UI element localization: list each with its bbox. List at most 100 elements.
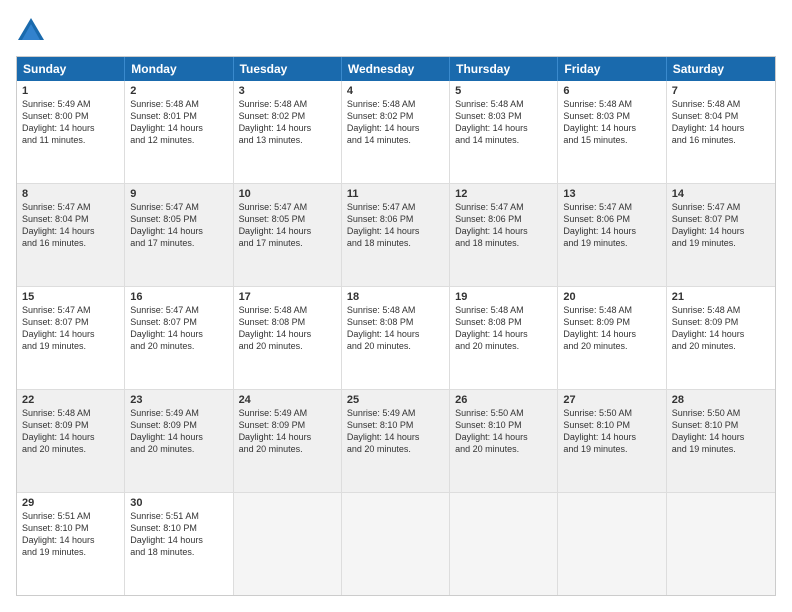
day-number-11: 11 xyxy=(347,188,444,200)
header-day-friday: Friday xyxy=(558,57,666,81)
cell-info-25: Sunrise: 5:49 AM Sunset: 8:10 PM Dayligh… xyxy=(347,407,444,456)
cell-info-4: Sunrise: 5:48 AM Sunset: 8:02 PM Dayligh… xyxy=(347,98,444,147)
cal-cell-5: 5Sunrise: 5:48 AM Sunset: 8:03 PM Daylig… xyxy=(450,81,558,183)
cell-info-9: Sunrise: 5:47 AM Sunset: 8:05 PM Dayligh… xyxy=(130,201,227,250)
cell-info-6: Sunrise: 5:48 AM Sunset: 8:03 PM Dayligh… xyxy=(563,98,660,147)
cal-cell-25: 25Sunrise: 5:49 AM Sunset: 8:10 PM Dayli… xyxy=(342,390,450,492)
day-number-9: 9 xyxy=(130,188,227,200)
day-number-8: 8 xyxy=(22,188,119,200)
cal-cell-15: 15Sunrise: 5:47 AM Sunset: 8:07 PM Dayli… xyxy=(17,287,125,389)
header-day-thursday: Thursday xyxy=(450,57,558,81)
cell-info-30: Sunrise: 5:51 AM Sunset: 8:10 PM Dayligh… xyxy=(130,510,227,559)
calendar-row-3: 22Sunrise: 5:48 AM Sunset: 8:09 PM Dayli… xyxy=(17,389,775,492)
day-number-12: 12 xyxy=(455,188,552,200)
day-number-26: 26 xyxy=(455,394,552,406)
cal-cell-10: 10Sunrise: 5:47 AM Sunset: 8:05 PM Dayli… xyxy=(234,184,342,286)
cal-cell-empty-4 xyxy=(450,493,558,595)
cal-cell-empty-5 xyxy=(558,493,666,595)
day-number-29: 29 xyxy=(22,497,119,509)
cal-cell-2: 2Sunrise: 5:48 AM Sunset: 8:01 PM Daylig… xyxy=(125,81,233,183)
header-day-saturday: Saturday xyxy=(667,57,775,81)
calendar-row-2: 15Sunrise: 5:47 AM Sunset: 8:07 PM Dayli… xyxy=(17,286,775,389)
cal-cell-19: 19Sunrise: 5:48 AM Sunset: 8:08 PM Dayli… xyxy=(450,287,558,389)
day-number-15: 15 xyxy=(22,291,119,303)
cell-info-5: Sunrise: 5:48 AM Sunset: 8:03 PM Dayligh… xyxy=(455,98,552,147)
cal-cell-16: 16Sunrise: 5:47 AM Sunset: 8:07 PM Dayli… xyxy=(125,287,233,389)
cell-info-20: Sunrise: 5:48 AM Sunset: 8:09 PM Dayligh… xyxy=(563,304,660,353)
cal-cell-9: 9Sunrise: 5:47 AM Sunset: 8:05 PM Daylig… xyxy=(125,184,233,286)
day-number-18: 18 xyxy=(347,291,444,303)
cal-cell-12: 12Sunrise: 5:47 AM Sunset: 8:06 PM Dayli… xyxy=(450,184,558,286)
cal-cell-24: 24Sunrise: 5:49 AM Sunset: 8:09 PM Dayli… xyxy=(234,390,342,492)
day-number-22: 22 xyxy=(22,394,119,406)
cell-info-15: Sunrise: 5:47 AM Sunset: 8:07 PM Dayligh… xyxy=(22,304,119,353)
cell-info-8: Sunrise: 5:47 AM Sunset: 8:04 PM Dayligh… xyxy=(22,201,119,250)
cell-info-18: Sunrise: 5:48 AM Sunset: 8:08 PM Dayligh… xyxy=(347,304,444,353)
cal-cell-1: 1Sunrise: 5:49 AM Sunset: 8:00 PM Daylig… xyxy=(17,81,125,183)
day-number-30: 30 xyxy=(130,497,227,509)
day-number-28: 28 xyxy=(672,394,770,406)
logo xyxy=(16,16,50,46)
cal-cell-21: 21Sunrise: 5:48 AM Sunset: 8:09 PM Dayli… xyxy=(667,287,775,389)
cal-cell-30: 30Sunrise: 5:51 AM Sunset: 8:10 PM Dayli… xyxy=(125,493,233,595)
calendar-row-1: 8Sunrise: 5:47 AM Sunset: 8:04 PM Daylig… xyxy=(17,183,775,286)
cell-info-17: Sunrise: 5:48 AM Sunset: 8:08 PM Dayligh… xyxy=(239,304,336,353)
calendar-header: SundayMondayTuesdayWednesdayThursdayFrid… xyxy=(17,57,775,81)
day-number-17: 17 xyxy=(239,291,336,303)
cal-cell-3: 3Sunrise: 5:48 AM Sunset: 8:02 PM Daylig… xyxy=(234,81,342,183)
day-number-25: 25 xyxy=(347,394,444,406)
calendar-row-0: 1Sunrise: 5:49 AM Sunset: 8:00 PM Daylig… xyxy=(17,81,775,183)
cal-cell-22: 22Sunrise: 5:48 AM Sunset: 8:09 PM Dayli… xyxy=(17,390,125,492)
day-number-24: 24 xyxy=(239,394,336,406)
cal-cell-empty-6 xyxy=(667,493,775,595)
day-number-2: 2 xyxy=(130,85,227,97)
cell-info-22: Sunrise: 5:48 AM Sunset: 8:09 PM Dayligh… xyxy=(22,407,119,456)
cell-info-1: Sunrise: 5:49 AM Sunset: 8:00 PM Dayligh… xyxy=(22,98,119,147)
cell-info-19: Sunrise: 5:48 AM Sunset: 8:08 PM Dayligh… xyxy=(455,304,552,353)
cell-info-23: Sunrise: 5:49 AM Sunset: 8:09 PM Dayligh… xyxy=(130,407,227,456)
cal-cell-empty-2 xyxy=(234,493,342,595)
day-number-27: 27 xyxy=(563,394,660,406)
cell-info-26: Sunrise: 5:50 AM Sunset: 8:10 PM Dayligh… xyxy=(455,407,552,456)
cal-cell-27: 27Sunrise: 5:50 AM Sunset: 8:10 PM Dayli… xyxy=(558,390,666,492)
header-day-tuesday: Tuesday xyxy=(234,57,342,81)
header xyxy=(16,16,776,46)
cell-info-3: Sunrise: 5:48 AM Sunset: 8:02 PM Dayligh… xyxy=(239,98,336,147)
cal-cell-8: 8Sunrise: 5:47 AM Sunset: 8:04 PM Daylig… xyxy=(17,184,125,286)
cell-info-10: Sunrise: 5:47 AM Sunset: 8:05 PM Dayligh… xyxy=(239,201,336,250)
day-number-1: 1 xyxy=(22,85,119,97)
cal-cell-17: 17Sunrise: 5:48 AM Sunset: 8:08 PM Dayli… xyxy=(234,287,342,389)
cell-info-29: Sunrise: 5:51 AM Sunset: 8:10 PM Dayligh… xyxy=(22,510,119,559)
cal-cell-13: 13Sunrise: 5:47 AM Sunset: 8:06 PM Dayli… xyxy=(558,184,666,286)
cal-cell-28: 28Sunrise: 5:50 AM Sunset: 8:10 PM Dayli… xyxy=(667,390,775,492)
day-number-10: 10 xyxy=(239,188,336,200)
calendar-row-4: 29Sunrise: 5:51 AM Sunset: 8:10 PM Dayli… xyxy=(17,492,775,595)
cell-info-7: Sunrise: 5:48 AM Sunset: 8:04 PM Dayligh… xyxy=(672,98,770,147)
page: SundayMondayTuesdayWednesdayThursdayFrid… xyxy=(0,0,792,612)
calendar-body: 1Sunrise: 5:49 AM Sunset: 8:00 PM Daylig… xyxy=(17,81,775,595)
day-number-16: 16 xyxy=(130,291,227,303)
calendar: SundayMondayTuesdayWednesdayThursdayFrid… xyxy=(16,56,776,596)
cell-info-27: Sunrise: 5:50 AM Sunset: 8:10 PM Dayligh… xyxy=(563,407,660,456)
cal-cell-26: 26Sunrise: 5:50 AM Sunset: 8:10 PM Dayli… xyxy=(450,390,558,492)
cell-info-2: Sunrise: 5:48 AM Sunset: 8:01 PM Dayligh… xyxy=(130,98,227,147)
day-number-6: 6 xyxy=(563,85,660,97)
day-number-20: 20 xyxy=(563,291,660,303)
day-number-4: 4 xyxy=(347,85,444,97)
cell-info-28: Sunrise: 5:50 AM Sunset: 8:10 PM Dayligh… xyxy=(672,407,770,456)
day-number-21: 21 xyxy=(672,291,770,303)
cell-info-21: Sunrise: 5:48 AM Sunset: 8:09 PM Dayligh… xyxy=(672,304,770,353)
day-number-19: 19 xyxy=(455,291,552,303)
day-number-14: 14 xyxy=(672,188,770,200)
day-number-7: 7 xyxy=(672,85,770,97)
logo-icon xyxy=(16,16,46,46)
cal-cell-empty-3 xyxy=(342,493,450,595)
cal-cell-6: 6Sunrise: 5:48 AM Sunset: 8:03 PM Daylig… xyxy=(558,81,666,183)
day-number-23: 23 xyxy=(130,394,227,406)
cal-cell-7: 7Sunrise: 5:48 AM Sunset: 8:04 PM Daylig… xyxy=(667,81,775,183)
cal-cell-4: 4Sunrise: 5:48 AM Sunset: 8:02 PM Daylig… xyxy=(342,81,450,183)
day-number-3: 3 xyxy=(239,85,336,97)
cal-cell-14: 14Sunrise: 5:47 AM Sunset: 8:07 PM Dayli… xyxy=(667,184,775,286)
header-day-wednesday: Wednesday xyxy=(342,57,450,81)
cell-info-14: Sunrise: 5:47 AM Sunset: 8:07 PM Dayligh… xyxy=(672,201,770,250)
